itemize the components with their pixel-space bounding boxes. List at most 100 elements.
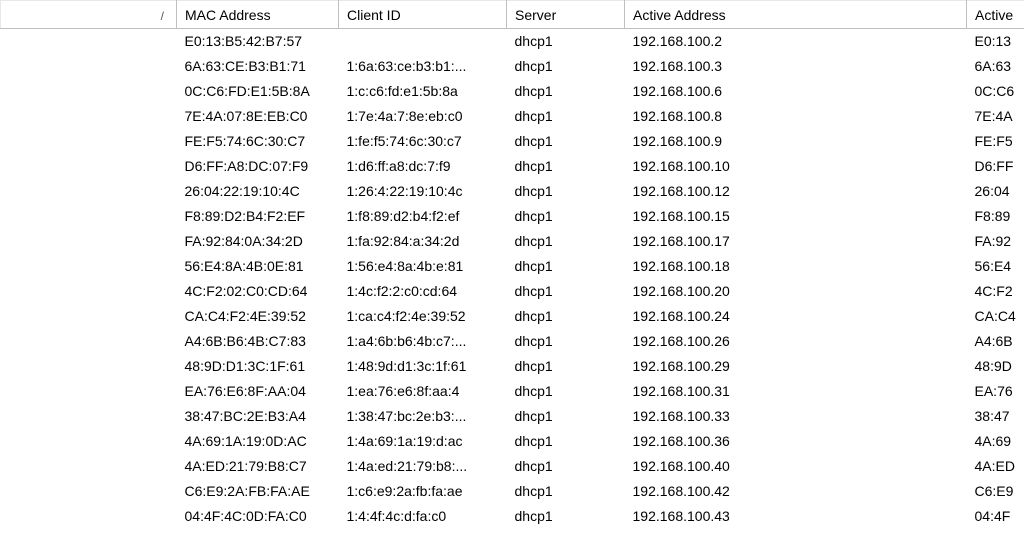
- cell-active-address: 192.168.100.33: [625, 404, 967, 429]
- cell-mac-address: 4A:ED:21:79:B8:C7: [177, 454, 339, 479]
- cell-mac-address: D6:FF:A8:DC:07:F9: [177, 154, 339, 179]
- cell-blank: [1, 204, 177, 229]
- cell-client-id: 1:fa:92:84:a:34:2d: [339, 229, 507, 254]
- cell-mac-address: C6:E9:2A:FB:FA:AE: [177, 479, 339, 504]
- cell-server: dhcp1: [507, 304, 625, 329]
- cell-active-address: 192.168.100.24: [625, 304, 967, 329]
- cell-active-address: 192.168.100.40: [625, 454, 967, 479]
- cell-server: dhcp1: [507, 154, 625, 179]
- cell-mac-address: 4A:69:1A:19:0D:AC: [177, 429, 339, 454]
- cell-blank: [1, 529, 177, 536]
- cell-mac-address: 4C:F2:02:C0:CD:64: [177, 279, 339, 304]
- cell-blank: [1, 129, 177, 154]
- cell-client-id: 1:c:c6:fd:e1:5b:8a: [339, 79, 507, 104]
- table-row[interactable]: 26:04:22:19:10:4C1:26:4:22:19:10:4cdhcp1…: [1, 179, 1024, 204]
- cell-server: dhcp1: [507, 454, 625, 479]
- table-row[interactable]: 56:E4:8A:4B:0E:811:56:e4:8a:4b:e:81dhcp1…: [1, 254, 1024, 279]
- cell-active-mac: FE:F5: [967, 129, 1024, 154]
- cell-active-address: 192.168.100.17: [625, 229, 967, 254]
- cell-client-id: 1:4a:69:1a:19:d:ac: [339, 429, 507, 454]
- cell-active-address: 192.168.100.10: [625, 154, 967, 179]
- cell-client-id: 1:6a:63:ce:b3:b1:...: [339, 54, 507, 79]
- cell-blank: [1, 54, 177, 79]
- cell-client-id: 1:f8:89:d2:b4:f2:ef: [339, 204, 507, 229]
- dhcp-leases-table: / MAC Address Client ID Server Active Ad…: [0, 0, 1024, 536]
- column-header-active-mac[interactable]: Active: [967, 1, 1024, 29]
- cell-active-mac: 4A:ED: [967, 454, 1024, 479]
- cell-mac-address: 26:04:22:19:10:4C: [177, 179, 339, 204]
- cell-active-address: 192.168.100.8: [625, 104, 967, 129]
- table-row[interactable]: A4:6B:B6:4B:C7:831:a4:6b:b6:4b:c7:...dhc…: [1, 329, 1024, 354]
- table-row[interactable]: 4C:F2:02:C0:CD:641:4c:f2:2:c0:cd:64dhcp1…: [1, 279, 1024, 304]
- cell-client-id: 1:fe:f5:74:6c:30:c7: [339, 129, 507, 154]
- table-row[interactable]: E0:13:B5:42:B7:57dhcp1192.168.100.2E0:13: [1, 29, 1024, 54]
- cell-client-id: 1:c6:e9:2a:fb:fa:ae: [339, 479, 507, 504]
- cell-active-mac: EA:76: [967, 379, 1024, 404]
- table-row[interactable]: 0C:C6:FD:E1:5B:8A1:c:c6:fd:e1:5b:8adhcp1…: [1, 79, 1024, 104]
- column-header-mac-address[interactable]: MAC Address: [177, 1, 339, 29]
- cell-active-mac: 64:A2: [967, 529, 1024, 536]
- cell-active-mac: D6:FF: [967, 154, 1024, 179]
- cell-active-mac: CA:C4: [967, 304, 1024, 329]
- cell-blank: [1, 454, 177, 479]
- cell-active-address: 192.168.100.20: [625, 279, 967, 304]
- cell-client-id: 1:ca:c4:f2:4e:39:52: [339, 304, 507, 329]
- cell-active-address: 192.168.100.2: [625, 29, 967, 54]
- table-row[interactable]: FE:F5:74:6C:30:C71:fe:f5:74:6c:30:c7dhcp…: [1, 129, 1024, 154]
- cell-blank: [1, 29, 177, 54]
- table-row[interactable]: EA:76:E6:8F:AA:041:ea:76:e6:8f:aa:4dhcp1…: [1, 379, 1024, 404]
- cell-client-id: 1:4c:f2:2:c0:cd:64: [339, 279, 507, 304]
- cell-client-id: 1:64:a2:0:80:94:40: [339, 529, 507, 536]
- cell-client-id: 1:4a:ed:21:79:b8:...: [339, 454, 507, 479]
- table-row[interactable]: 7E:4A:07:8E:EB:C01:7e:4a:7:8e:eb:c0dhcp1…: [1, 104, 1024, 129]
- cell-active-mac: 4A:69: [967, 429, 1024, 454]
- table-row[interactable]: 4A:69:1A:19:0D:AC1:4a:69:1a:19:d:acdhcp1…: [1, 429, 1024, 454]
- cell-client-id: 1:ea:76:e6:8f:aa:4: [339, 379, 507, 404]
- cell-server: dhcp1: [507, 379, 625, 404]
- cell-mac-address: 6A:63:CE:B3:B1:71: [177, 54, 339, 79]
- table-row[interactable]: 64:A2:00:80:94:401:64:a2:0:80:94:40dhcp1…: [1, 529, 1024, 536]
- cell-client-id: 1:38:47:bc:2e:b3:...: [339, 404, 507, 429]
- cell-active-address: 192.168.100.12: [625, 179, 967, 204]
- table-row[interactable]: F8:89:D2:B4:F2:EF1:f8:89:d2:b4:f2:efdhcp…: [1, 204, 1024, 229]
- cell-blank: [1, 304, 177, 329]
- cell-blank: [1, 404, 177, 429]
- table-row[interactable]: D6:FF:A8:DC:07:F91:d6:ff:a8:dc:7:f9dhcp1…: [1, 154, 1024, 179]
- cell-mac-address: 64:A2:00:80:94:40: [177, 529, 339, 536]
- cell-client-id: 1:4:4f:4c:d:fa:c0: [339, 504, 507, 529]
- cell-active-mac: C6:E9: [967, 479, 1024, 504]
- cell-blank: [1, 479, 177, 504]
- cell-server: dhcp1: [507, 354, 625, 379]
- table-row[interactable]: CA:C4:F2:4E:39:521:ca:c4:f2:4e:39:52dhcp…: [1, 304, 1024, 329]
- table-row[interactable]: 38:47:BC:2E:B3:A41:38:47:bc:2e:b3:...dhc…: [1, 404, 1024, 429]
- table-row[interactable]: 4A:ED:21:79:B8:C71:4a:ed:21:79:b8:...dhc…: [1, 454, 1024, 479]
- cell-blank: [1, 379, 177, 404]
- cell-active-mac: A4:6B: [967, 329, 1024, 354]
- cell-active-address: 192.168.100.9: [625, 129, 967, 154]
- cell-server: dhcp1: [507, 54, 625, 79]
- cell-active-address: 192.168.100.44: [625, 529, 967, 536]
- table-row[interactable]: 6A:63:CE:B3:B1:711:6a:63:ce:b3:b1:...dhc…: [1, 54, 1024, 79]
- table-row[interactable]: FA:92:84:0A:34:2D1:fa:92:84:a:34:2ddhcp1…: [1, 229, 1024, 254]
- cell-server: dhcp1: [507, 404, 625, 429]
- table-row[interactable]: 48:9D:D1:3C:1F:611:48:9d:d1:3c:1f:61dhcp…: [1, 354, 1024, 379]
- cell-blank: [1, 79, 177, 104]
- cell-active-mac: 56:E4: [967, 254, 1024, 279]
- table-row[interactable]: 04:4F:4C:0D:FA:C01:4:4f:4c:d:fa:c0dhcp11…: [1, 504, 1024, 529]
- cell-server: dhcp1: [507, 229, 625, 254]
- cell-blank: [1, 179, 177, 204]
- cell-mac-address: 38:47:BC:2E:B3:A4: [177, 404, 339, 429]
- column-header-server[interactable]: Server: [507, 1, 625, 29]
- cell-server: dhcp1: [507, 429, 625, 454]
- column-header-blank[interactable]: /: [1, 1, 177, 29]
- cell-active-mac: 4C:F2: [967, 279, 1024, 304]
- cell-mac-address: 56:E4:8A:4B:0E:81: [177, 254, 339, 279]
- cell-server: dhcp1: [507, 29, 625, 54]
- cell-active-address: 192.168.100.15: [625, 204, 967, 229]
- cell-active-address: 192.168.100.36: [625, 429, 967, 454]
- cell-active-mac: 48:9D: [967, 354, 1024, 379]
- column-header-active-address[interactable]: Active Address: [625, 1, 967, 29]
- column-header-client-id[interactable]: Client ID: [339, 1, 507, 29]
- table-row[interactable]: C6:E9:2A:FB:FA:AE1:c6:e9:2a:fb:fa:aedhcp…: [1, 479, 1024, 504]
- cell-active-address: 192.168.100.6: [625, 79, 967, 104]
